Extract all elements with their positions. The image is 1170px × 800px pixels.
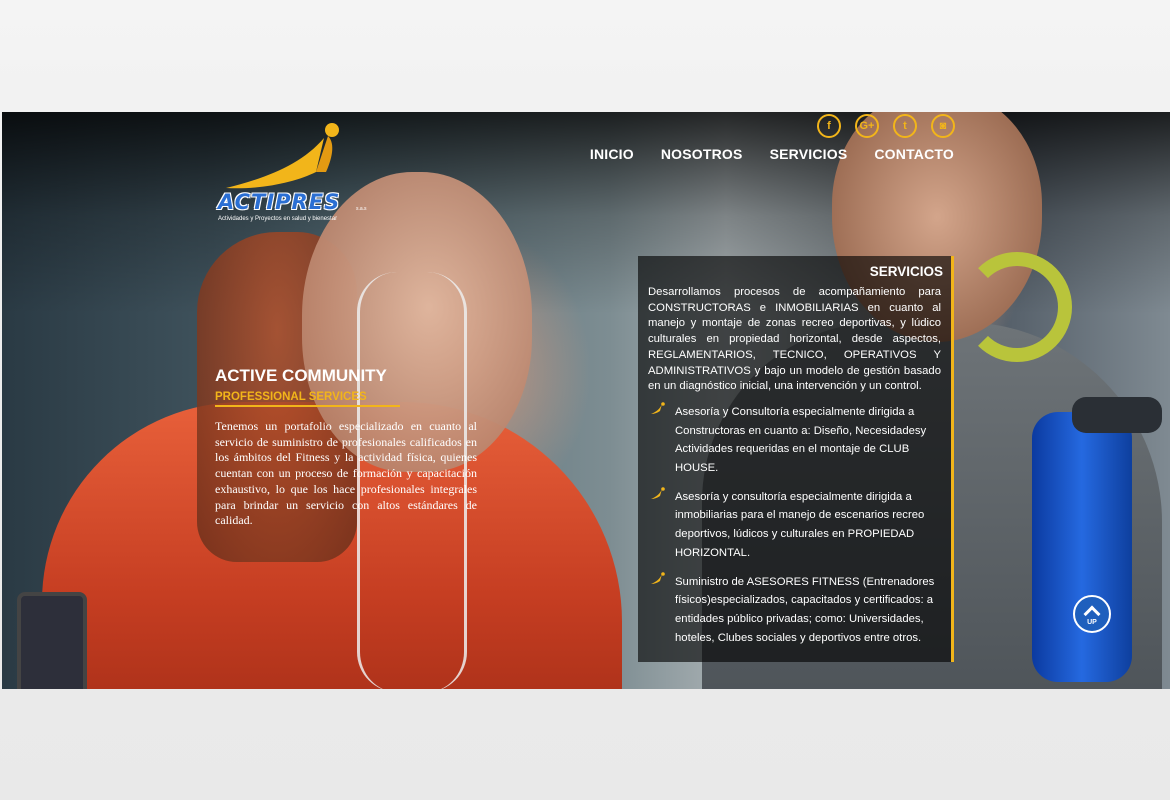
hero-photo-armband-phone (17, 592, 87, 689)
social-links: f G+ t ◙ (817, 114, 955, 138)
scroll-to-top-button[interactable]: UP (1073, 595, 1111, 633)
google-plus-icon[interactable]: G+ (855, 114, 879, 138)
logo-tagline: Actividades y Proyectos en salud y biene… (218, 216, 338, 222)
services-intro: Desarrollamos procesos de acompañamiento… (648, 286, 941, 393)
intro-subtitle: PROFESSIONAL SERVICES (215, 391, 367, 403)
service-item-text: Asesoría y Consultoría especialmente dir… (675, 405, 927, 475)
logo-suffix: s.a.s (356, 206, 367, 212)
runner-swoosh-icon (226, 123, 339, 189)
swoosh-bullet-icon (651, 402, 665, 414)
services-panel: SERVICIOS Desarrollamos procesos de acom… (638, 256, 954, 662)
facebook-icon[interactable]: f (817, 114, 841, 138)
intro-divider (215, 405, 400, 407)
instagram-icon[interactable]: ◙ (931, 114, 955, 138)
nav-inicio[interactable]: INICIO (590, 146, 634, 162)
services-list: Asesoría y Consultoría especialmente dir… (648, 402, 941, 646)
list-item: Suministro de ASESORES FITNESS (Entrenad… (648, 571, 941, 647)
service-item-text: Suministro de ASESORES FITNESS (Entrenad… (675, 575, 935, 644)
hero-photo-headphones (962, 252, 1072, 362)
twitter-icon[interactable]: t (893, 114, 917, 138)
service-item-text: Asesoría y consultoría especialmente dir… (675, 490, 925, 559)
chevron-up-icon (1083, 605, 1101, 623)
intro-section: ACTIVE COMMUNITY PROFESSIONAL SERVICES T… (215, 366, 477, 529)
nav-nosotros[interactable]: NOSOTROS (661, 146, 743, 162)
intro-title: ACTIVE COMMUNITY (215, 366, 387, 385)
nav-contacto[interactable]: CONTACTO (874, 146, 954, 162)
logo-wordmark: ACTIPRES (218, 190, 341, 214)
swoosh-bullet-icon (651, 571, 665, 584)
list-item: Asesoría y consultoría especialmente dir… (648, 486, 941, 562)
hero-photo-bottle-cap (1072, 397, 1162, 433)
intro-body: Tenemos un portafolio especializado en c… (215, 419, 477, 528)
site-logo[interactable]: ACTIPRES s.a.s Actividades y Proyectos e… (216, 120, 376, 230)
list-item: Asesoría y Consultoría especialmente dir… (648, 402, 941, 477)
nav-servicios[interactable]: SERVICIOS (770, 146, 848, 162)
main-nav: INICIO NOSOTROS SERVICIOS CONTACTO (590, 146, 954, 162)
hero-photo-water-bottle (1032, 412, 1132, 682)
services-title: SERVICIOS (869, 264, 943, 279)
website-hero-mockup: ACTIPRES s.a.s Actividades y Proyectos e… (2, 112, 1170, 689)
swoosh-bullet-icon (651, 486, 665, 499)
